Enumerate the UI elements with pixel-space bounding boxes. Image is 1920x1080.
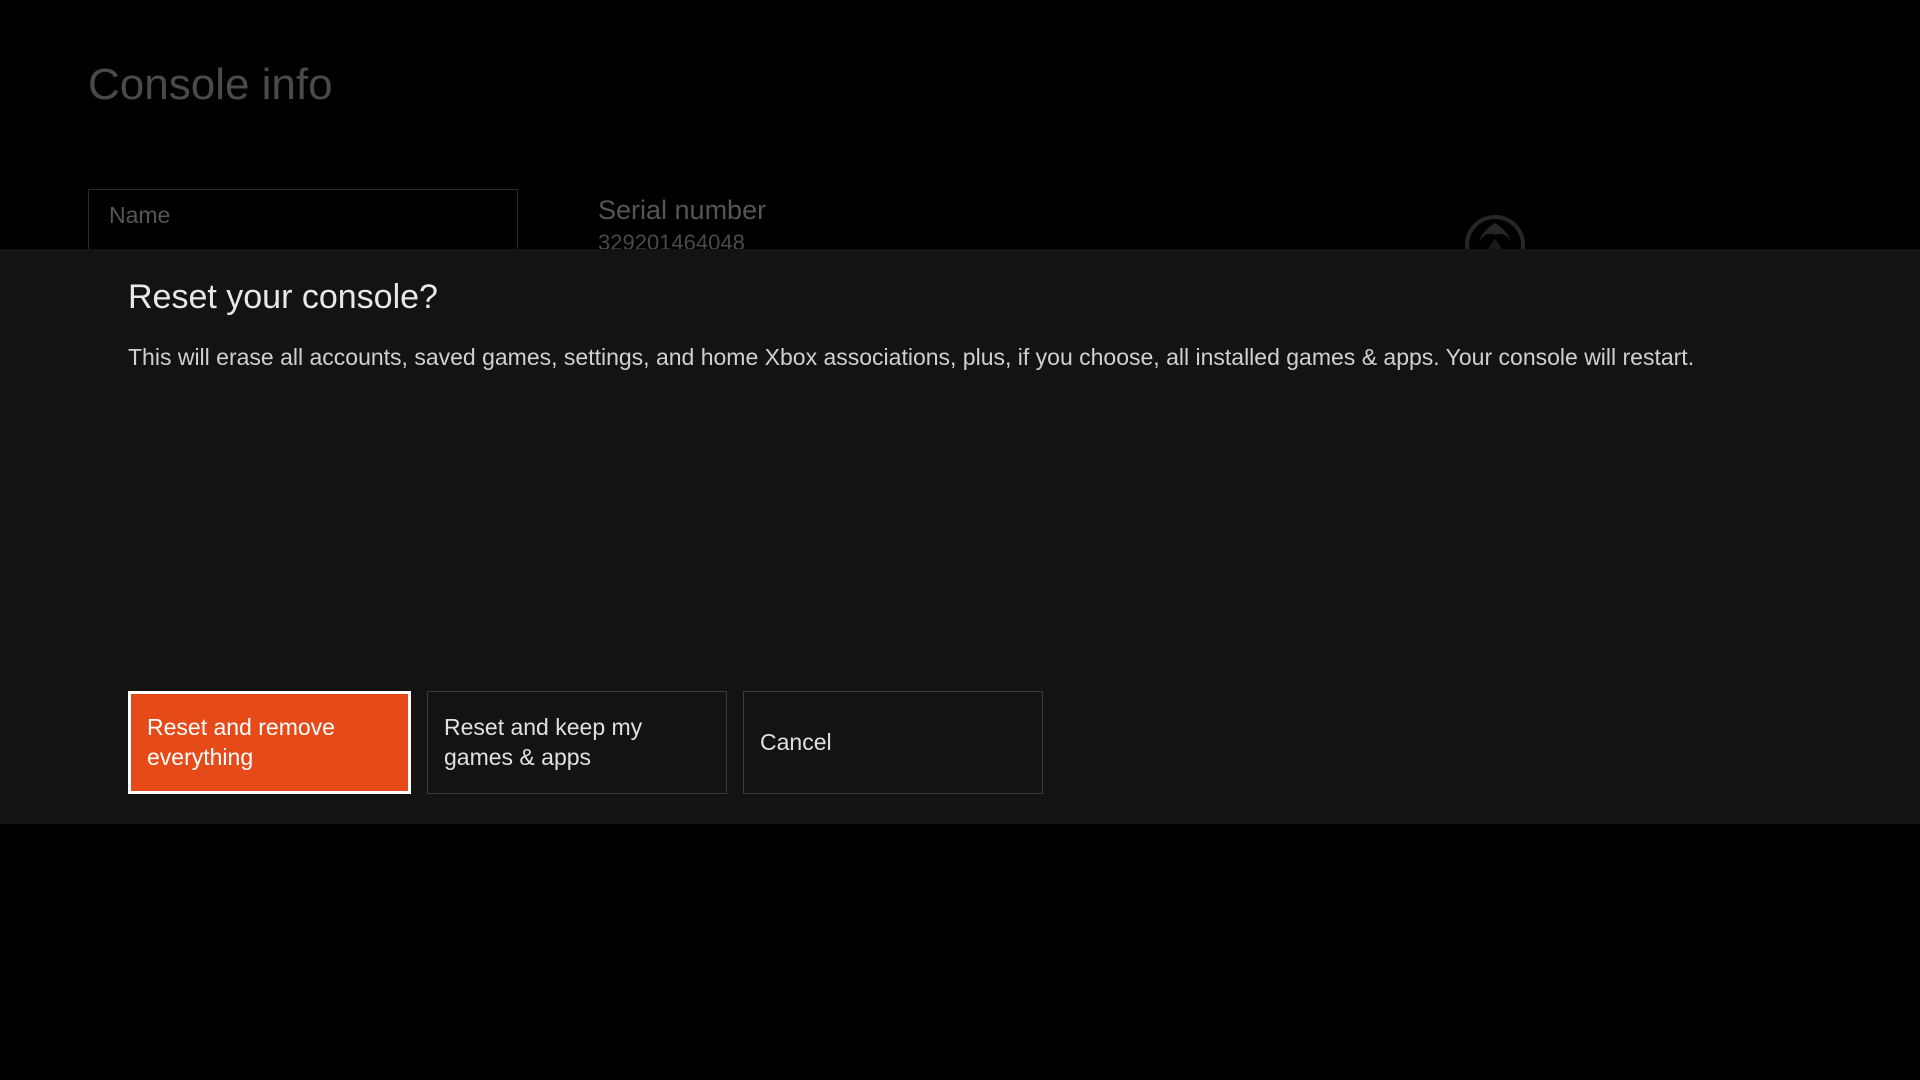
name-label: Name: [109, 202, 497, 229]
serial-label: Serial number: [598, 195, 766, 226]
dialog-buttons: Reset and remove everything Reset and ke…: [128, 691, 1043, 794]
reset-remove-button[interactable]: Reset and remove everything: [128, 691, 411, 794]
button-label: Reset and remove everything: [147, 713, 392, 773]
button-label: Cancel: [760, 728, 832, 758]
page-title: Console info: [88, 60, 333, 110]
dialog-description: This will erase all accounts, saved game…: [128, 341, 1792, 373]
button-label: Reset and keep my games & apps: [444, 713, 710, 773]
reset-keep-button[interactable]: Reset and keep my games & apps: [427, 691, 727, 794]
dialog-title: Reset your console?: [128, 278, 1792, 317]
reset-dialog: Reset your console? This will erase all …: [0, 249, 1920, 824]
serial-section: Serial number 329201464048: [598, 195, 766, 256]
cancel-button[interactable]: Cancel: [743, 691, 1043, 794]
